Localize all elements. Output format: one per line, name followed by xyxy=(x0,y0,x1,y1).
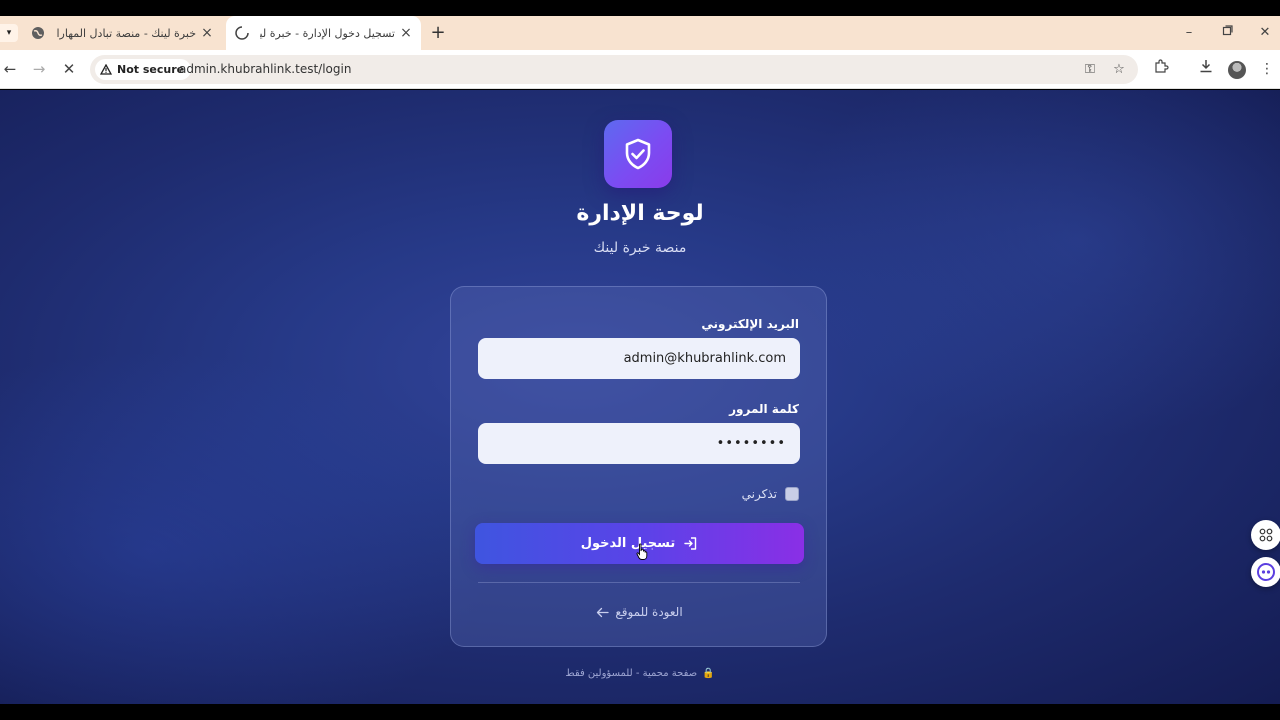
arrow-left-icon xyxy=(597,607,609,617)
security-chip[interactable]: Not secure xyxy=(95,59,192,80)
security-label: Not secure xyxy=(117,63,185,76)
protected-page-note: 🔒 صفحة محمية - للمسؤولين فقط xyxy=(440,668,840,679)
back-arrow-icon[interactable]: ← xyxy=(0,59,20,79)
back-to-site-label: العودة للموقع xyxy=(615,605,683,619)
lock-icon: 🔒 xyxy=(702,668,715,679)
password-field[interactable]: •••••••• xyxy=(478,423,800,464)
download-icon[interactable] xyxy=(1196,59,1216,79)
extensions-puzzle-icon[interactable] xyxy=(1151,59,1171,79)
forward-arrow-icon[interactable]: → xyxy=(29,59,49,79)
browser-tab-bar: ▾ خبرة لينك - منصة تبادل المهارات × تسجي… xyxy=(0,16,1280,50)
kebab-menu-icon[interactable]: ⋮ xyxy=(1257,59,1277,79)
tab-title: خبرة لينك - منصة تبادل المهارات xyxy=(56,26,196,40)
login-page: لوحة الإدارة منصة خبرة لينك البريد الإلك… xyxy=(0,90,1280,704)
tab-close-icon[interactable]: × xyxy=(200,26,214,40)
email-label: البريد الإلكتروني xyxy=(701,317,799,331)
screen-top-bezel xyxy=(0,0,1280,16)
url-text[interactable]: admin.khubrahlink.test/login xyxy=(179,62,351,76)
browser-toolbar: ← → ✕ Not secure admin.khubrahlink.test/… xyxy=(0,50,1280,89)
globe-icon xyxy=(32,27,44,39)
bot-face-icon xyxy=(1257,563,1275,581)
tab-search-button[interactable]: ▾ xyxy=(0,24,18,42)
password-label: كلمة المرور xyxy=(729,402,799,416)
remember-me-row: تذكرني xyxy=(742,487,799,501)
close-window-icon[interactable]: ✕ xyxy=(1254,22,1276,44)
screen-bottom-bezel xyxy=(0,704,1280,720)
shield-check-icon xyxy=(625,138,651,170)
grid-icon xyxy=(1259,528,1273,542)
login-enter-icon xyxy=(684,537,697,550)
apps-grid-button[interactable] xyxy=(1251,520,1280,550)
remember-me-label[interactable]: تذكرني xyxy=(742,487,777,501)
warning-triangle-icon xyxy=(100,64,112,75)
remember-me-checkbox[interactable] xyxy=(785,487,799,501)
hand-pointer-cursor-icon xyxy=(636,543,648,560)
tab-admin-login[interactable]: تسجيل دخول الإدارة - خبرة لينك × xyxy=(226,16,421,50)
tab-title: تسجيل دخول الإدارة - خبرة لينك xyxy=(260,26,395,40)
page-subtitle: منصة خبرة لينك xyxy=(593,240,687,256)
minimize-icon[interactable]: – xyxy=(1178,22,1200,44)
shield-logo xyxy=(604,120,672,188)
login-card: البريد الإلكتروني admin@khubrahlink.com … xyxy=(450,286,827,647)
protected-note-text: صفحة محمية - للمسؤولين فقط xyxy=(565,668,698,679)
tab-site-home[interactable]: خبرة لينك - منصة تبادل المهارات × xyxy=(22,16,222,50)
password-value: •••••••• xyxy=(716,436,786,451)
profile-avatar[interactable] xyxy=(1228,61,1246,79)
email-value: admin@khubrahlink.com xyxy=(623,351,786,366)
stop-loading-icon[interactable]: ✕ xyxy=(59,59,79,79)
login-submit-label: تسجيل الدخول xyxy=(580,536,676,551)
password-key-icon[interactable]: ⚿ xyxy=(1080,60,1100,80)
page-title: لوحة الإدارة xyxy=(576,201,704,226)
loading-spinner-icon xyxy=(235,26,249,40)
assistant-bot-button[interactable] xyxy=(1251,557,1280,587)
back-to-site-link[interactable]: العودة للموقع xyxy=(451,605,828,619)
email-field[interactable]: admin@khubrahlink.com xyxy=(478,338,800,379)
address-bar[interactable]: Not secure admin.khubrahlink.test/login … xyxy=(90,55,1138,84)
card-divider xyxy=(478,582,800,583)
tab-close-icon[interactable]: × xyxy=(399,26,413,40)
restore-window-icon[interactable] xyxy=(1216,22,1238,44)
bookmark-star-icon[interactable]: ☆ xyxy=(1109,60,1129,80)
new-tab-plus-icon[interactable]: + xyxy=(429,24,447,42)
